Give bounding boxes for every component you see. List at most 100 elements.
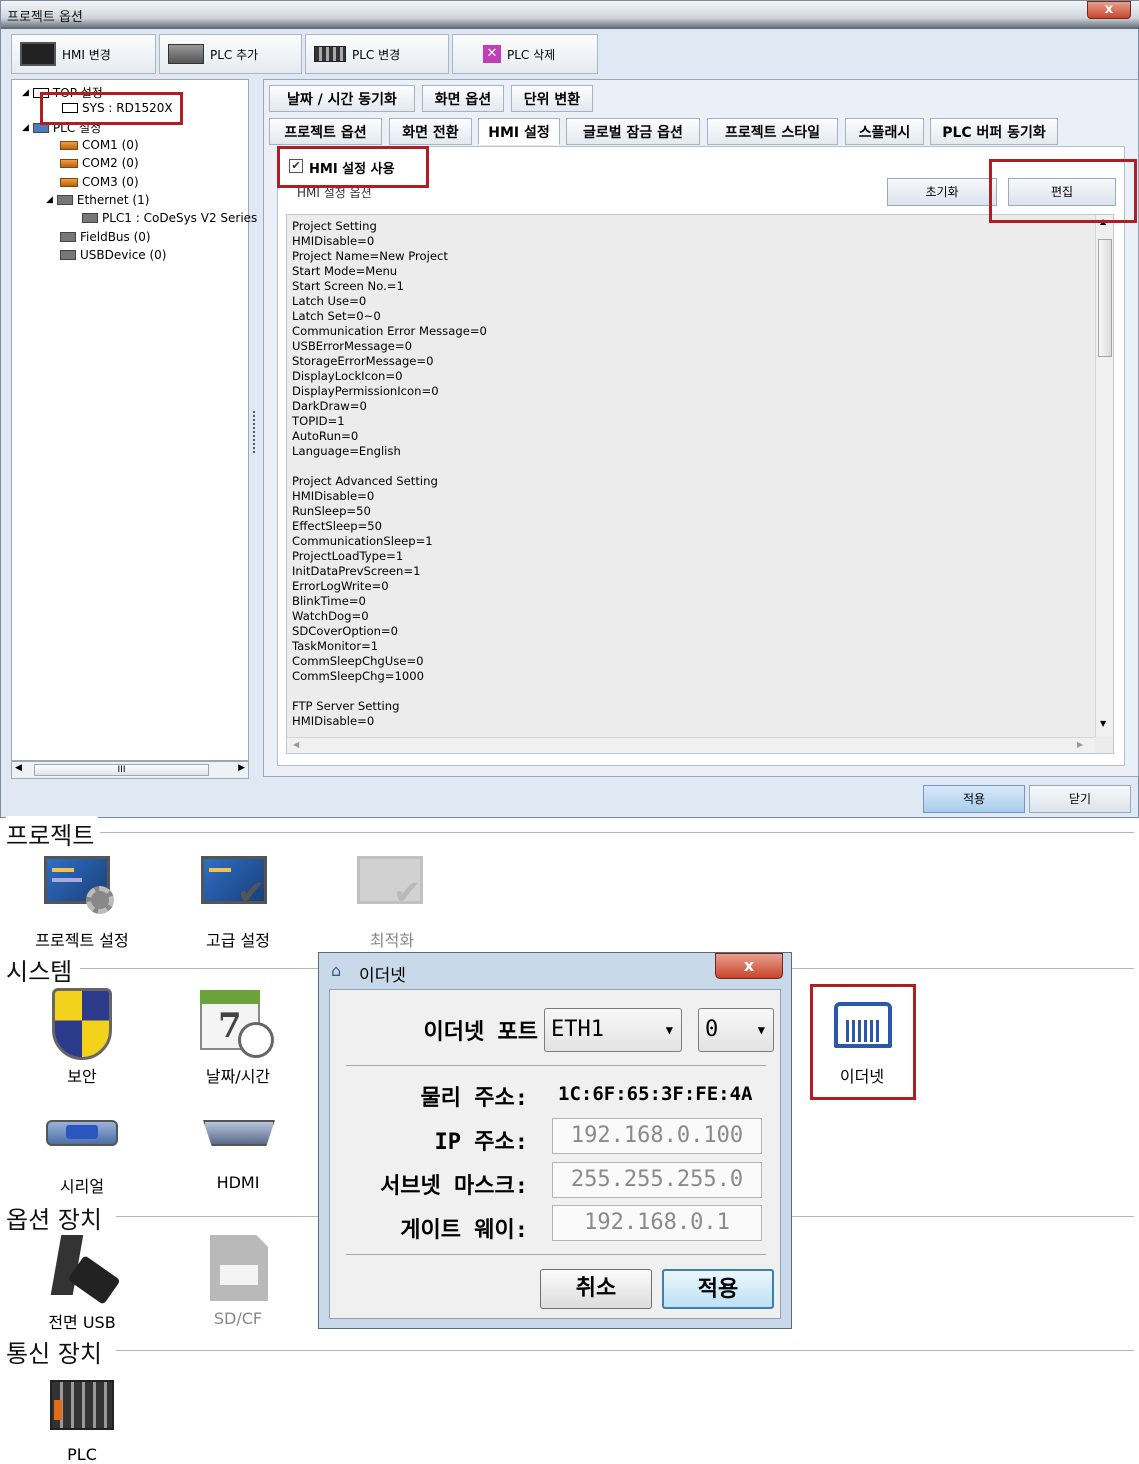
ethernet-icon: [56, 195, 73, 205]
section-title-option-device: 옵션 장치: [6, 1200, 106, 1235]
pane-splitter[interactable]: [253, 411, 257, 453]
tab-project-style[interactable]: 프로젝트 스타일: [707, 118, 838, 145]
collapse-arrow-icon: ◢: [46, 195, 53, 205]
serial-port-icon: [60, 158, 78, 168]
plc-change-label: PLC 변경: [352, 47, 401, 62]
sdcf-label: SD/CF: [213, 1309, 263, 1328]
delete-icon: ✕: [483, 45, 501, 63]
advanced-settings-icon[interactable]: ✔: [201, 856, 275, 914]
mac-address-label: 물리 주소:: [420, 1086, 528, 1111]
scroll-left-arrow-icon[interactable]: ◀: [15, 763, 22, 773]
ethernet-port-select[interactable]: ETH1 ▼: [544, 1008, 682, 1052]
section-divider: [100, 832, 1134, 833]
tree-node-com3[interactable]: COM3 (0): [60, 175, 139, 189]
tree-node-ethernet[interactable]: ◢ Ethernet (1): [46, 193, 149, 207]
tab-screen-options[interactable]: 화면 옵션: [422, 85, 504, 112]
hdmi-port-icon[interactable]: [203, 1120, 275, 1148]
tree-label-com3: COM3 (0): [82, 175, 139, 189]
project-options-window: 프로젝트 옵션 x HMI 변경 PLC 추가 PLC 변경 ✕ PLC 삭제 …: [0, 0, 1139, 818]
reset-button[interactable]: 초기화: [887, 178, 997, 206]
scroll-left-arrow-icon[interactable]: ◀: [293, 740, 299, 749]
dialog-title: 이더넷: [359, 966, 406, 986]
checkmark-icon: ✔: [237, 873, 266, 913]
tree-node-com1[interactable]: COM1 (0): [60, 138, 139, 152]
chevron-down-icon: ▼: [665, 1023, 673, 1037]
scroll-down-arrow-icon[interactable]: ▼: [1100, 719, 1106, 728]
window-title: 프로젝트 옵션: [7, 10, 83, 25]
tree-label-usbdevice: USBDevice (0): [80, 248, 167, 262]
optimize-icon[interactable]: ✔: [357, 856, 431, 914]
sdcf-card-icon[interactable]: [210, 1235, 268, 1303]
config-vertical-scrollbar[interactable]: ▲ ▼: [1095, 215, 1113, 737]
plc-change-icon: [314, 46, 346, 62]
config-scroll-thumb[interactable]: [1098, 239, 1112, 357]
tree-node-plc1[interactable]: PLC1 : CoDeSys V2 Series: [82, 211, 257, 225]
tab-project-options[interactable]: 프로젝트 옵션: [269, 118, 382, 145]
plc-label: PLC: [67, 1445, 97, 1464]
plc-delete-button[interactable]: ✕ PLC 삭제: [452, 34, 598, 74]
serial-label: 시리얼: [59, 1177, 105, 1196]
ethernet-port-label: 이더넷 포트: [423, 1020, 538, 1045]
plc-add-button[interactable]: PLC 추가: [159, 34, 302, 74]
serial-port-icon[interactable]: [46, 1120, 118, 1146]
scroll-right-arrow-icon[interactable]: ▶: [238, 763, 245, 773]
project-settings-icon[interactable]: [44, 856, 114, 914]
tree-label-ethernet: Ethernet (1): [76, 193, 150, 207]
scroll-right-arrow-icon[interactable]: ▶: [1077, 740, 1083, 749]
serial-port-icon: [60, 177, 78, 187]
plc-change-button[interactable]: PLC 변경: [305, 34, 449, 74]
serial-port-icon: [60, 140, 78, 150]
tree-node-usbdevice[interactable]: USBDevice (0): [60, 248, 166, 262]
tree-node-fieldbus[interactable]: FieldBus (0): [60, 230, 151, 244]
ethernet-index-value: 0: [705, 1017, 719, 1042]
tab-screen-transition[interactable]: 화면 전환: [389, 118, 472, 145]
tree-horizontal-scrollbar[interactable]: ◀ III ▶: [11, 761, 249, 779]
plc-add-label: PLC 추가: [210, 47, 259, 62]
subnet-mask-field[interactable]: 255.255.255.0: [552, 1162, 762, 1198]
ethernet-port-value: ETH1: [551, 1017, 604, 1042]
tab-datetime-sync[interactable]: 날짜 / 시간 동기화: [269, 85, 415, 112]
tree-node-com2[interactable]: COM2 (0): [60, 156, 139, 170]
tab-hmi-settings[interactable]: HMI 설정: [478, 118, 560, 145]
hmi-change-button[interactable]: HMI 변경: [11, 34, 156, 74]
tab-splash[interactable]: 스플래시: [845, 118, 924, 145]
dialog-body: 이더넷 포트 ETH1 ▼ 0 ▼ 물리 주소: 1C:6F:65:3F:FE:…: [329, 989, 781, 1319]
plc-device-icon[interactable]: [50, 1380, 116, 1430]
project-tree: ◢ TOP 설정 SYS : RD1520X ◢ PLC 설정 COM1 (0)…: [11, 79, 257, 761]
ip-address-field[interactable]: 192.168.0.100: [552, 1118, 762, 1154]
security-shield-icon[interactable]: [52, 988, 112, 1060]
section-title-system: 시스템: [6, 952, 77, 987]
date-time-label: 날짜/시간: [205, 1067, 271, 1086]
tab-plc-buffer-sync[interactable]: PLC 버퍼 동기화: [930, 118, 1058, 145]
tree-scroll-thumb[interactable]: III: [34, 764, 209, 776]
dialog-close-button[interactable]: x: [715, 953, 783, 979]
dialog-separator: [346, 1065, 766, 1066]
plc-delete-label: PLC 삭제: [507, 47, 556, 62]
date-time-calendar-icon[interactable]: 7: [200, 990, 278, 1058]
tab-unit-conversion[interactable]: 단위 변환: [511, 85, 593, 112]
highlight-box-edit: [989, 159, 1137, 223]
tab-global-lock-options[interactable]: 글로벌 잠금 옵션: [566, 118, 700, 145]
gateway-field[interactable]: 192.168.0.1: [552, 1205, 762, 1241]
mac-address-value: 1C:6F:65:3F:FE:4A: [558, 1083, 753, 1105]
clock-icon: [238, 1022, 274, 1058]
section-divider: [116, 1350, 1134, 1351]
dialog-apply-button[interactable]: 적용: [662, 1269, 774, 1309]
dialog-cancel-button[interactable]: 취소: [540, 1269, 652, 1309]
gateway-label: 게이트 웨이:: [400, 1218, 528, 1243]
close-button[interactable]: 닫기: [1029, 785, 1131, 813]
collapse-arrow-icon: ◢: [22, 87, 29, 98]
hmi-config-textbox[interactable]: Project Setting HMIDisable=0 Project Nam…: [286, 214, 1114, 754]
ethernet-index-select[interactable]: 0 ▼: [698, 1008, 774, 1052]
front-usb-label: 전면 USB: [48, 1313, 116, 1332]
config-horizontal-scrollbar[interactable]: ◀ ▶: [287, 737, 1095, 753]
hmi-device-icon: [20, 42, 56, 66]
front-usb-icon[interactable]: [50, 1235, 121, 1305]
toolbar: HMI 변경 PLC 추가 PLC 변경 ✕ PLC 삭제: [11, 34, 601, 74]
project-settings-label: 프로젝트 설정: [35, 931, 129, 950]
apply-button[interactable]: 적용: [923, 785, 1025, 813]
window-close-button[interactable]: x: [1087, 1, 1131, 19]
ip-address-label: IP 주소:: [434, 1130, 528, 1155]
hmi-change-label: HMI 변경: [62, 47, 111, 62]
optimize-label: 최적화: [369, 931, 415, 950]
